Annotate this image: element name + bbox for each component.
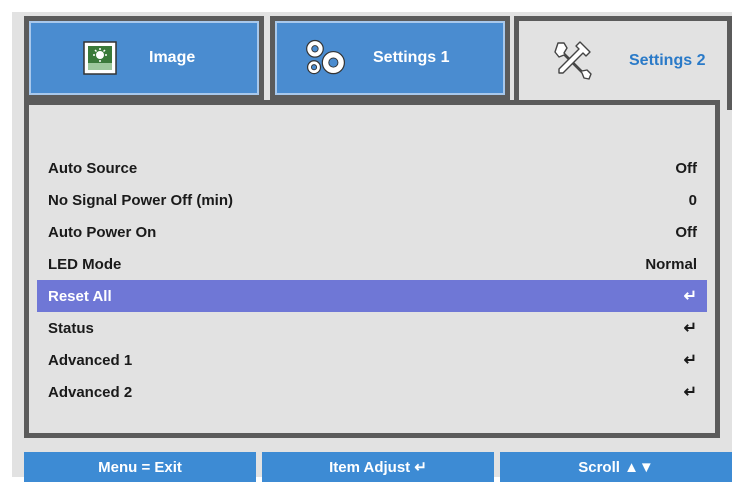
menu-item-label: Advanced 1 (48, 351, 133, 369)
menu-item-value: Normal (645, 255, 697, 273)
tab-label: Settings 2 (629, 51, 706, 69)
menu-item-auto-source[interactable]: Auto Source Off (37, 152, 707, 184)
menu-item-label: Auto Source (48, 159, 138, 177)
menu-item-status[interactable]: Status ↵ (37, 312, 707, 344)
menu-list: Auto Source Off No Signal Power Off (min… (37, 152, 707, 408)
menu-item-value: Off (675, 159, 697, 177)
enter-icon: ↵ (683, 320, 697, 337)
menu-exit-hint: Menu = Exit (24, 452, 256, 482)
menu-item-reset-all[interactable]: Reset All ↵ (37, 280, 707, 312)
item-adjust-hint: Item Adjust ↵ (262, 452, 494, 482)
tab-label: Image (149, 49, 196, 66)
gears-icon (303, 35, 349, 81)
tab-image[interactable]: Image (24, 16, 264, 100)
scroll-hint: Scroll ▲▼ (500, 452, 732, 482)
tools-icon (549, 38, 595, 84)
tab-label: Settings 1 (373, 49, 450, 66)
footer-hints: Menu = Exit Item Adjust ↵ Scroll ▲▼ (24, 452, 732, 482)
menu-item-label: Advanced 2 (48, 383, 133, 401)
menu-item-value: Off (675, 223, 697, 241)
enter-icon: ↵ (683, 384, 697, 401)
menu-item-no-signal-power-off[interactable]: No Signal Power Off (min) 0 (37, 184, 707, 216)
menu-item-advanced-1[interactable]: Advanced 1 ↵ (37, 344, 707, 376)
enter-icon: ↵ (683, 352, 697, 369)
menu-item-label: LED Mode (48, 255, 122, 273)
settings-panel: Auto Source Off No Signal Power Off (min… (24, 100, 720, 438)
menu-item-value: 0 (688, 191, 697, 209)
tab-settings-1[interactable]: Settings 1 (270, 16, 510, 100)
image-icon (77, 35, 123, 81)
osd-menu: Image Settings 1 Settings 2 Auto Source … (12, 12, 732, 482)
menu-item-label: No Signal Power Off (min) (48, 191, 234, 209)
menu-item-label: Auto Power On (48, 223, 157, 241)
menu-item-label: Reset All (48, 287, 112, 305)
tab-settings-2[interactable]: Settings 2 (514, 16, 732, 110)
enter-icon: ↵ (683, 288, 697, 305)
menu-item-advanced-2[interactable]: Advanced 2 ↵ (37, 376, 707, 408)
menu-item-led-mode[interactable]: LED Mode Normal (37, 248, 707, 280)
menu-item-auto-power-on[interactable]: Auto Power On Off (37, 216, 707, 248)
menu-item-label: Status (48, 319, 94, 337)
